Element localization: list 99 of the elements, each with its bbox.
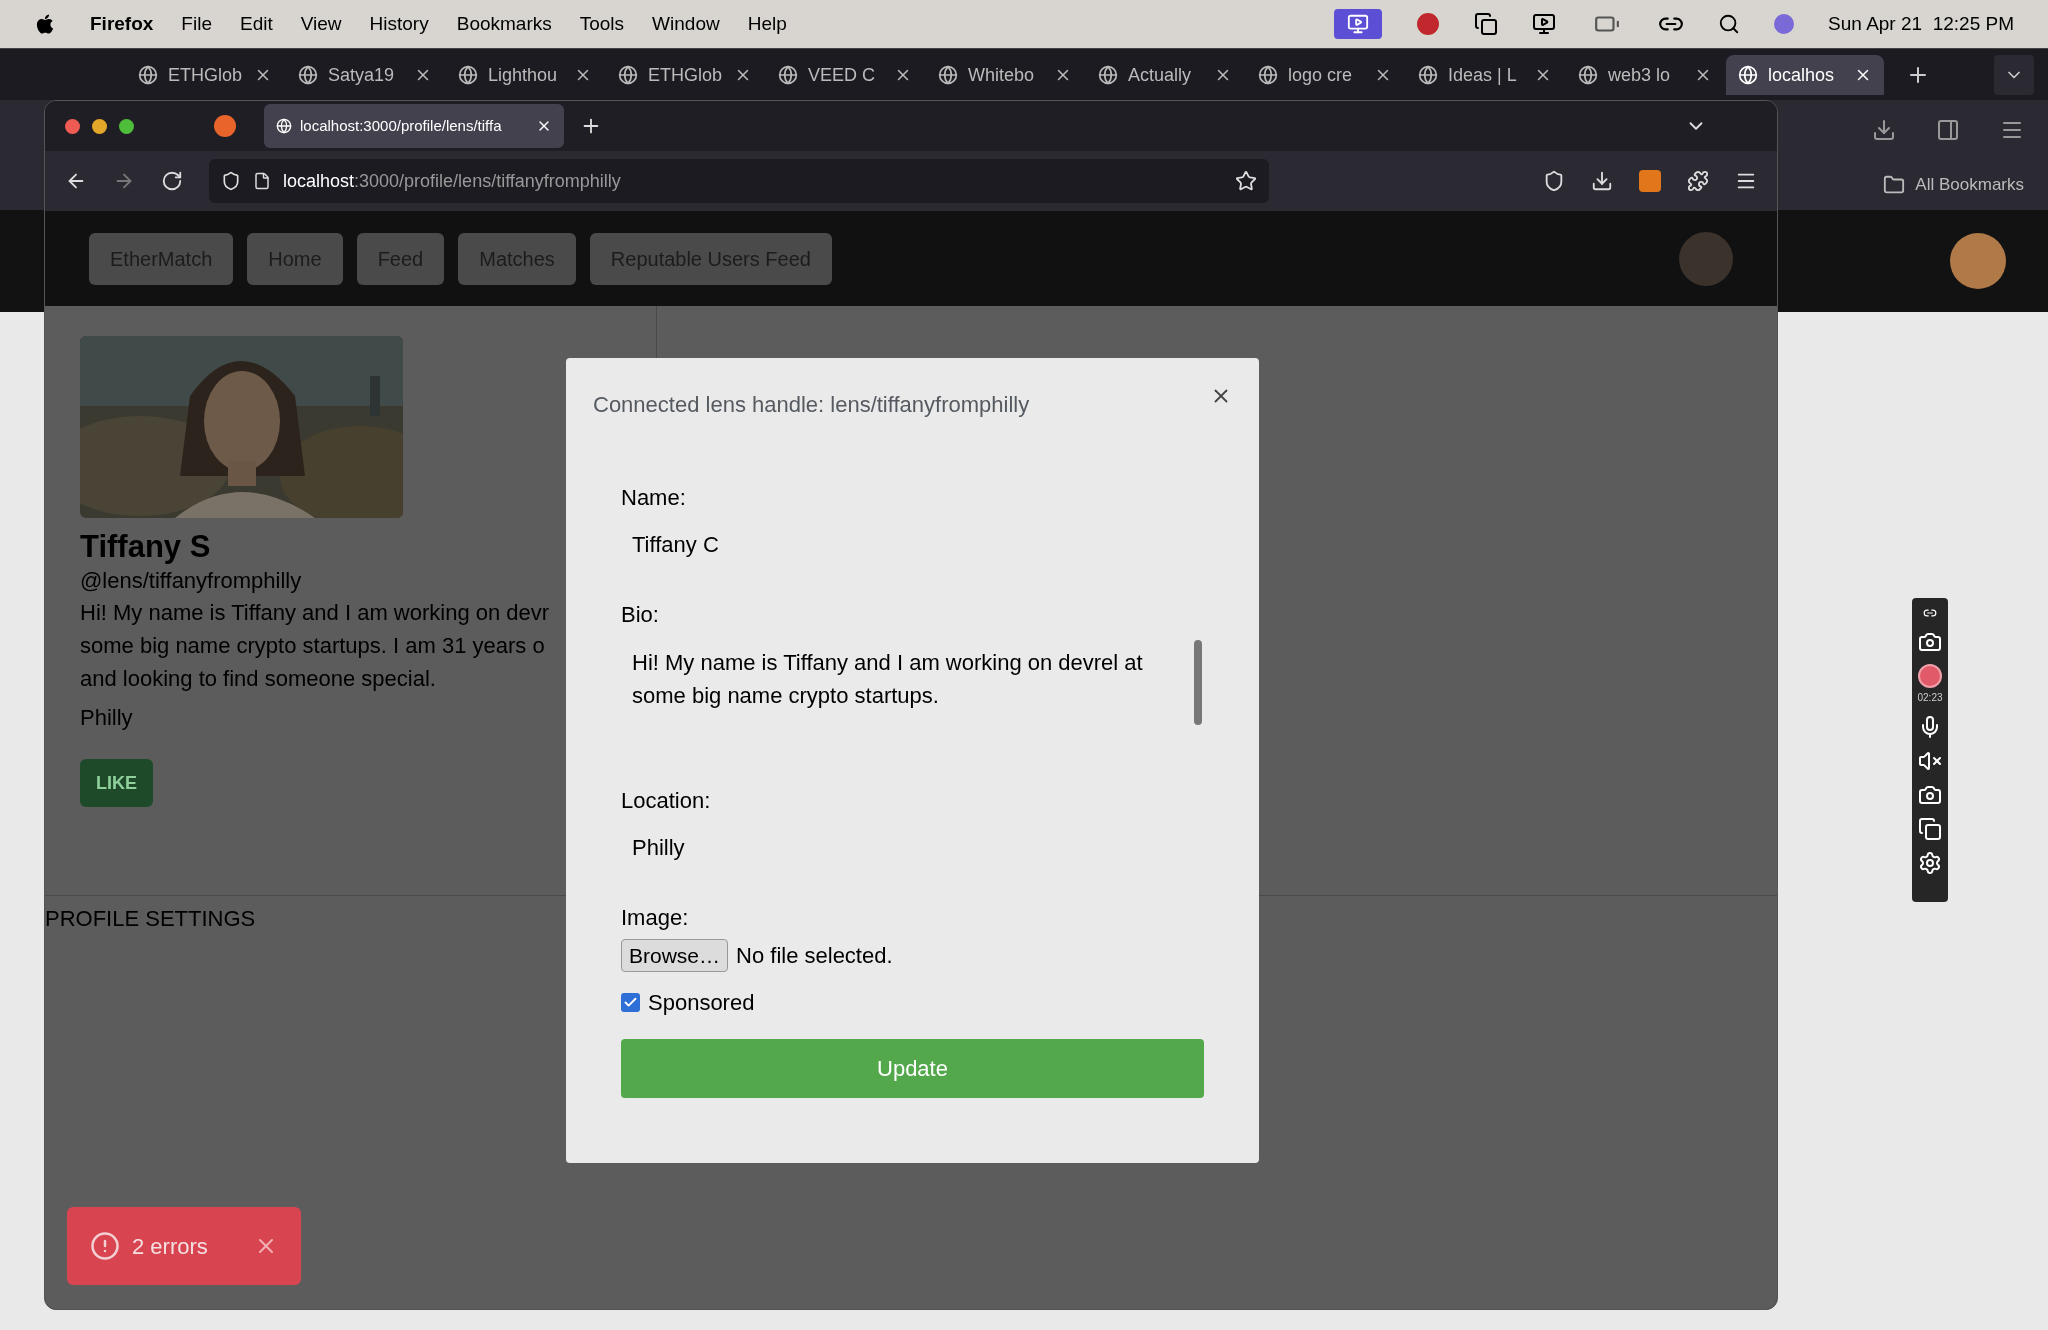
bookmarks-folder[interactable]: All Bookmarks (1915, 172, 2024, 198)
tab-title: localhos (1768, 63, 1836, 87)
site-icon (1098, 65, 1118, 85)
avatar[interactable] (1950, 233, 2006, 289)
site-icon (778, 65, 798, 85)
menu-item[interactable]: Bookmarks (456, 9, 552, 39)
bio-line: some big name crypto startups. I am 31 years o (80, 632, 545, 660)
site-icon (938, 65, 958, 85)
menu-item[interactable]: History (369, 9, 429, 39)
field-label: Bio: (621, 601, 660, 629)
scrollbar-thumb[interactable] (1194, 640, 1202, 725)
site-icon (458, 65, 478, 85)
browser-tab[interactable]: VEED C (766, 55, 924, 95)
browser-tab[interactable]: Whitebo (926, 55, 1084, 95)
apple-icon[interactable] (34, 13, 56, 35)
close-window-button[interactable] (65, 118, 80, 134)
settings-icon[interactable] (1918, 851, 1942, 875)
bio-line: Hi! My name is Tiffany and I am working on devr (80, 599, 550, 627)
tab-title: Satya19 (328, 63, 396, 87)
text-field[interactable]: Philly (621, 816, 1204, 878)
browser-tab[interactable]: Actually (1086, 55, 1244, 95)
menu-app-name[interactable]: Firefox (90, 9, 154, 39)
tab-title: VEED C (808, 63, 877, 87)
speaker-muted-icon[interactable] (1918, 749, 1942, 773)
site-icon (276, 118, 292, 134)
site-icon (298, 65, 318, 85)
field-label: Image: (621, 904, 690, 932)
browser-tab[interactable]: logo cre (1246, 55, 1404, 95)
link-icon[interactable] (1923, 606, 1937, 620)
error-count: 2 errors (132, 1232, 209, 1261)
recording-time: 02:23 (1917, 691, 1943, 705)
folder-icon (1883, 174, 1906, 196)
tab-title: Ideas | L (1448, 63, 1518, 87)
bookmark-star-icon[interactable] (1235, 170, 1257, 192)
tab-title: web3 lo (1608, 63, 1672, 87)
sponsored-checkbox[interactable] (621, 993, 640, 1012)
tab-title: localhost:3000/profile/lens/tiffa (300, 115, 503, 136)
field-label: Name: (621, 484, 687, 512)
address-bar[interactable]: localhost:3000/profile/lens/tiffanyfromphilly (209, 159, 1269, 203)
tab-title: Actually (1128, 63, 1193, 87)
tab-title: Lighthou (488, 63, 559, 87)
menu-item[interactable]: Window (652, 9, 720, 39)
browser-tab[interactable]: ETHGlob (606, 55, 764, 95)
profile-handle: @lens/tiffanyfromphilly (80, 567, 302, 595)
minimize-window-button[interactable] (92, 118, 107, 134)
site-icon (618, 65, 638, 85)
menu-item[interactable]: Help (747, 9, 787, 39)
alert-icon (90, 1231, 120, 1261)
download-icon[interactable] (1872, 118, 1896, 142)
site-icon (138, 65, 158, 85)
file-status: No file selected. (736, 942, 893, 970)
tab-title: ETHGlob (648, 63, 724, 87)
profile-location: Philly (80, 704, 133, 732)
download-icon[interactable] (1591, 170, 1613, 192)
browser-tab[interactable]: localhost:3000/profile/lens/tiffa (264, 104, 564, 148)
screen-share-icon[interactable] (1334, 9, 1383, 39)
extensions-icon[interactable] (1687, 170, 1709, 192)
reload-icon[interactable] (161, 170, 183, 192)
tab-title: Whitebo (968, 63, 1036, 87)
text-field[interactable]: Tiffany C (621, 513, 1204, 575)
browser-tab[interactable]: Lighthou (446, 55, 604, 95)
clock[interactable]: Sun Apr 21 12:25 PM (1828, 9, 2014, 39)
windows-icon[interactable] (1474, 12, 1499, 36)
field-label: Location: (621, 787, 712, 815)
menu-item[interactable]: View (300, 9, 342, 39)
site-icon (1418, 65, 1438, 85)
tab-title: logo cre (1288, 63, 1354, 87)
zoom-window-button[interactable] (119, 118, 134, 134)
page-icon (253, 172, 271, 190)
like-button[interactable]: LIKE (80, 759, 153, 807)
browser-tab[interactable]: web3 lo (1566, 55, 1724, 95)
shield-icon (221, 171, 241, 191)
modal-title: Connected lens handle: lens/tiffanyfromphilly (593, 391, 1031, 419)
menu-item[interactable]: Tools (579, 9, 625, 39)
bio-line: and looking to find someone special. (80, 665, 436, 693)
site-icon (1578, 65, 1598, 85)
checkbox-label: Sponsored (648, 989, 755, 1017)
play-icon[interactable] (1532, 12, 1557, 36)
webcam-icon[interactable] (1918, 783, 1942, 807)
browser-tab[interactable]: Ideas | L (1406, 55, 1564, 95)
record-icon[interactable] (1416, 12, 1441, 36)
browser-tab[interactable]: ETHGlob (126, 55, 284, 95)
tab-title: ETHGlob (168, 63, 244, 87)
camera-icon[interactable] (1918, 630, 1942, 654)
search-icon[interactable] (1718, 13, 1741, 35)
screens-icon[interactable] (1918, 817, 1942, 841)
url-text: localhost:3000/profile/lens/tiffanyfromphilly (283, 169, 622, 193)
section-heading: PROFILE SETTINGS (45, 905, 256, 933)
menu-item[interactable]: Edit (240, 9, 273, 39)
sidebar-icon[interactable] (1936, 118, 1960, 142)
browse-button[interactable]: Browse… (621, 939, 729, 972)
browser-tab[interactable]: Satya19 (286, 55, 444, 95)
browser-tab[interactable]: localhos (1726, 55, 1884, 95)
bio-field[interactable]: Hi! My name is Tiffany and I am working on devrel at some big name crypto startups. (621, 630, 1204, 770)
profile-name: Tiffany S (80, 528, 211, 566)
site-icon (1738, 65, 1758, 85)
site-icon (1258, 65, 1278, 85)
record-button[interactable] (1918, 664, 1942, 688)
menu-item[interactable]: File (181, 9, 212, 39)
